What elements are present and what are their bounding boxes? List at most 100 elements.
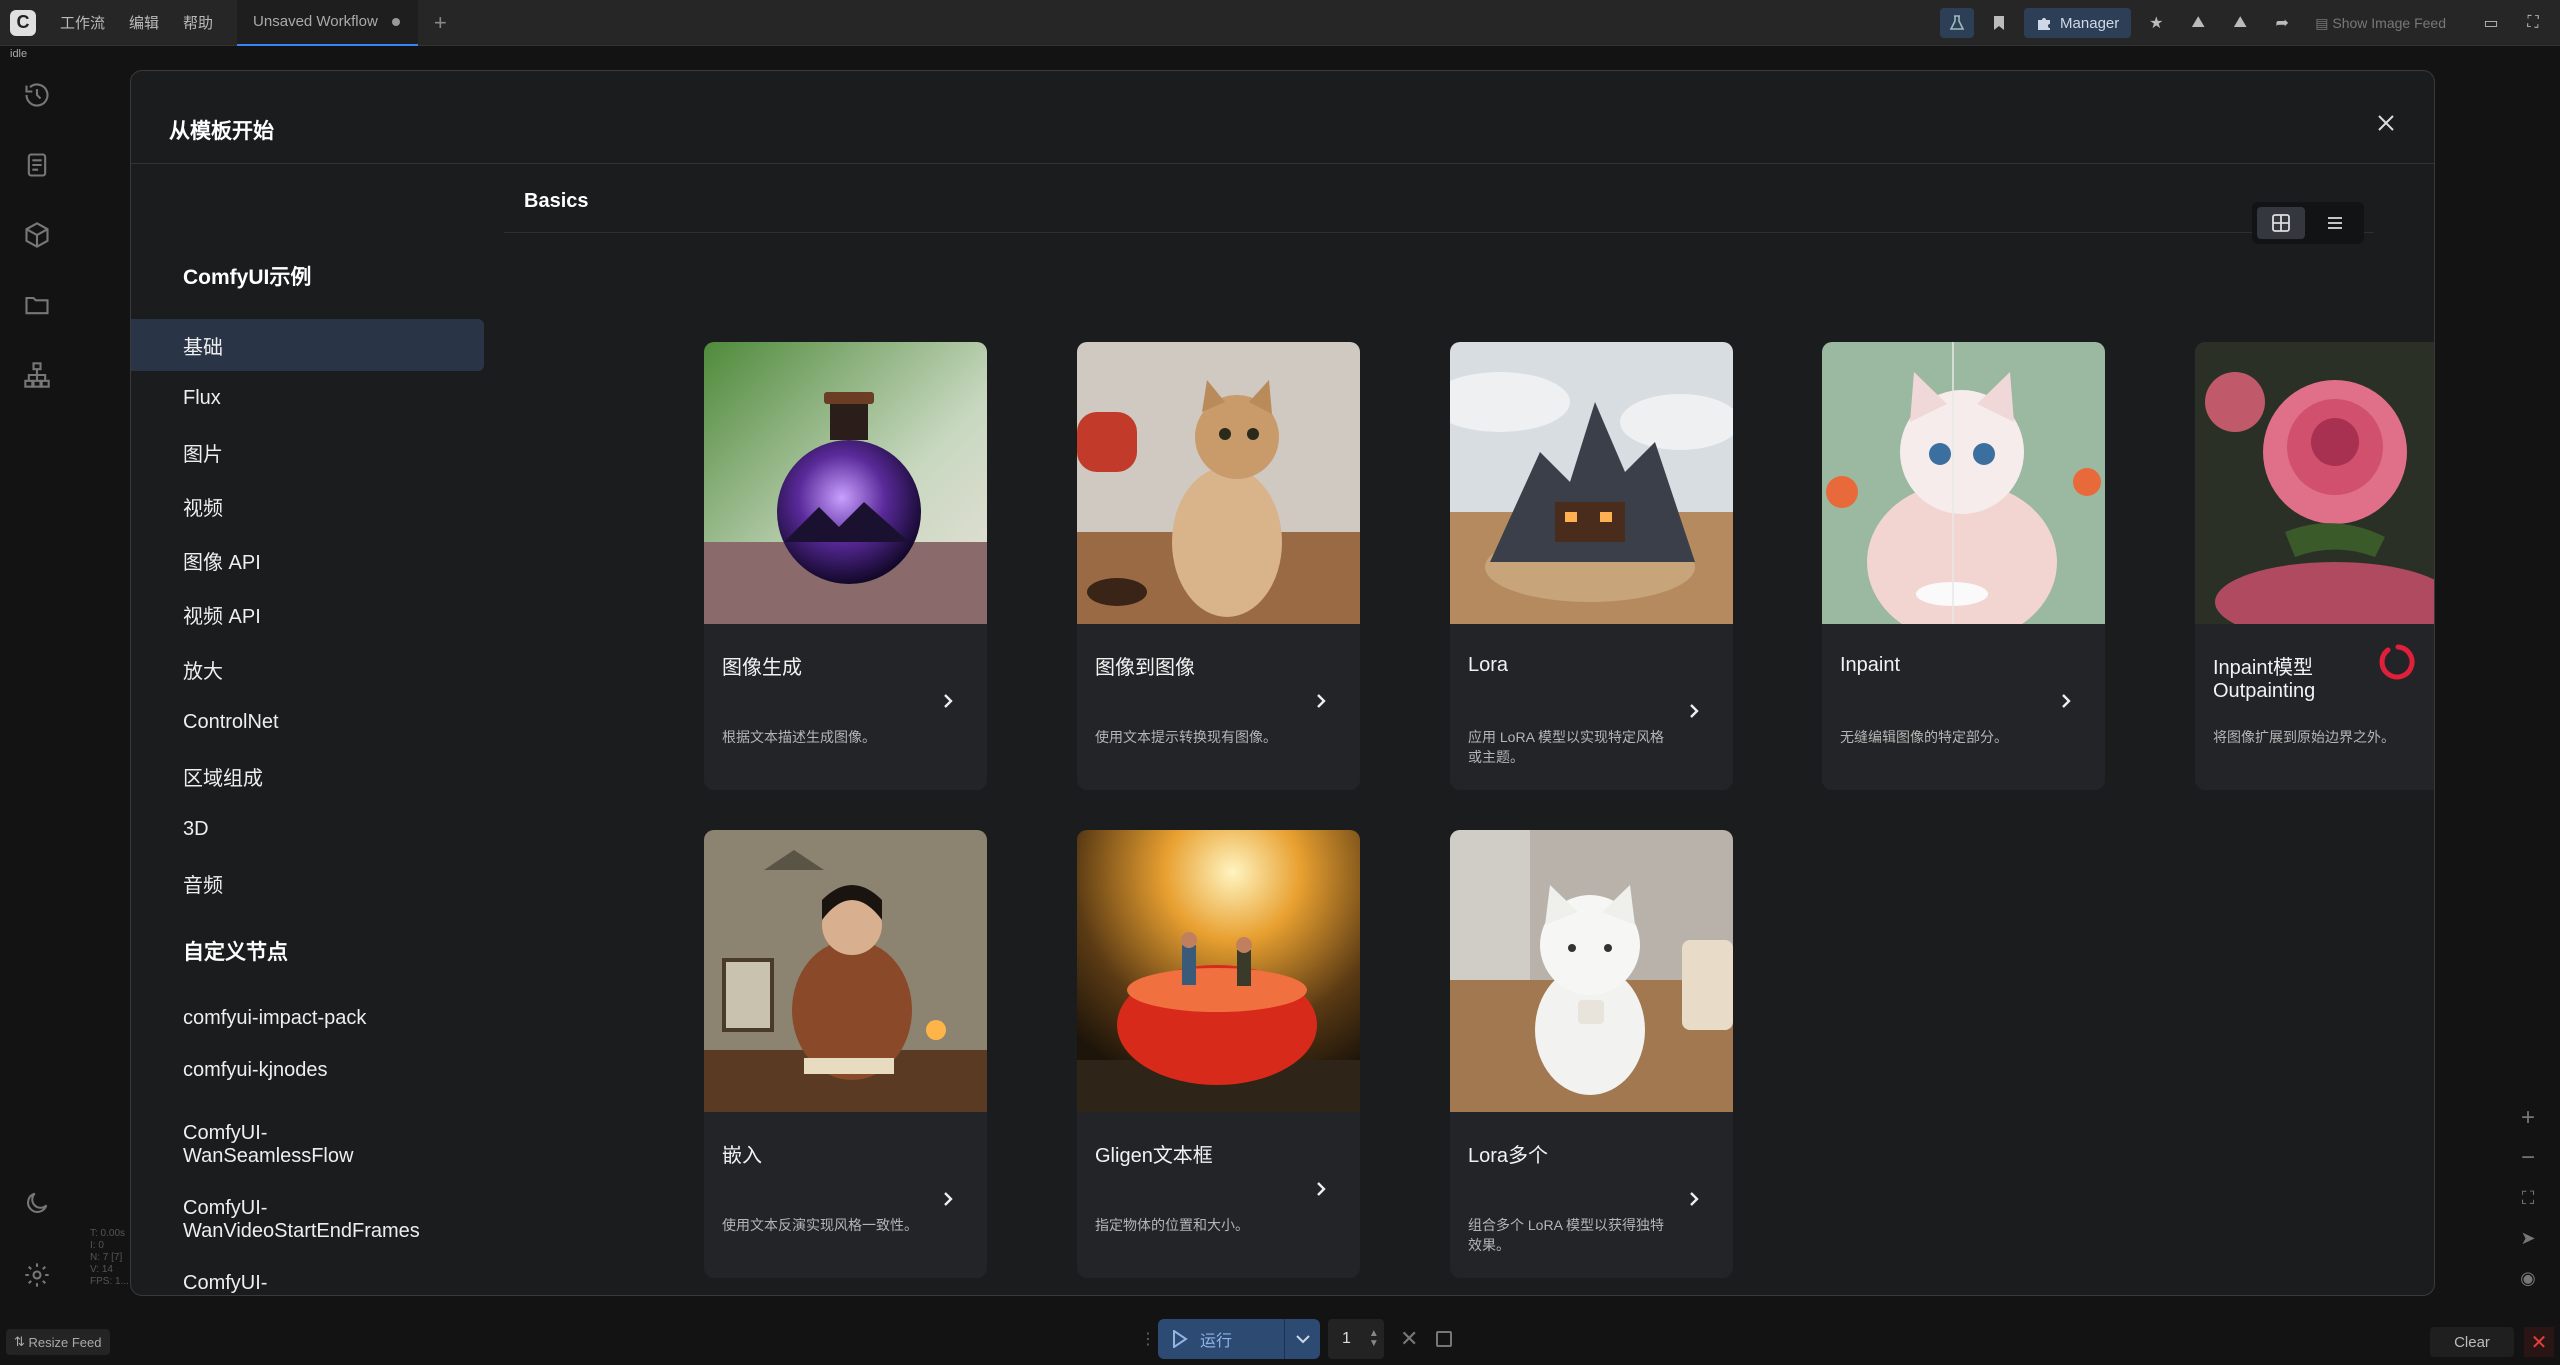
run-mode-dropdown[interactable] (1284, 1319, 1320, 1359)
card-description: 应用 LoRA 模型以实现特定风格或主题。 (1468, 729, 1665, 765)
cat-photo-image (1077, 342, 1360, 624)
zoom-out-button[interactable]: − (2508, 1138, 2548, 1178)
nav-item-controlnet[interactable]: ControlNet (131, 696, 484, 748)
nav-section-custom-nodes: 自定义节点 (183, 941, 288, 964)
menu-workflow[interactable]: 工作流 (60, 12, 105, 33)
play-icon (1173, 1330, 1188, 1348)
drag-handle-icon[interactable]: ⋮⋮ (1140, 1329, 1172, 1349)
clear-button[interactable]: Clear (2430, 1327, 2514, 1357)
stop-icon[interactable] (1436, 1331, 1453, 1347)
quick-action-button-1[interactable]: ⛰ (2181, 8, 2215, 38)
grid-view-button[interactable] (2257, 207, 2305, 239)
nav-item-video-api[interactable]: 视频 API (131, 588, 484, 640)
comfyui-logo-icon[interactable]: C (10, 9, 36, 36)
stepper-arrows-icon[interactable]: ▲ ▼ (1369, 1329, 1379, 1349)
workflows-button[interactable] (20, 288, 54, 322)
fit-view-button[interactable]: ⛶ (2508, 1178, 2548, 1218)
dialog-close-button[interactable] (2374, 111, 2398, 135)
template-card-embedding[interactable]: 嵌入 使用文本反演实现风格一致性。 (704, 830, 987, 1278)
template-card-gligen-textbox[interactable]: Gligen文本框 指定物体的位置和大小。 (1077, 830, 1360, 1278)
unsaved-dot-icon (391, 17, 400, 26)
nav-item-video[interactable]: 视频 (131, 480, 484, 532)
resize-feed-button[interactable]: ⇅ Resize Feed (6, 1329, 110, 1355)
bookmark-button[interactable] (1982, 8, 2016, 38)
template-card-inpaint[interactable]: Inpaint 无缝编辑图像的特定部分。 (1822, 342, 2105, 790)
node-library-button[interactable] (20, 148, 54, 182)
folder-icon (25, 296, 49, 315)
star-icon: ★ (2149, 15, 2164, 32)
card-thumbnail (2195, 342, 2434, 624)
workflow-tab[interactable]: Unsaved Workflow (237, 0, 418, 46)
cube-icon (25, 222, 49, 248)
nav-item-flux[interactable]: Flux (131, 372, 484, 424)
card-description: 使用文本反演实现风格一致性。 (722, 1217, 918, 1233)
minus-icon: − (2520, 1144, 2535, 1171)
nav-item-image[interactable]: 图片 (131, 426, 484, 478)
chevron-down-icon (1295, 1335, 1310, 1344)
list-view-button[interactable] (2311, 207, 2359, 239)
quick-action-button-2[interactable]: ⛰ (2223, 8, 2257, 38)
resize-feed-label: Resize Feed (28, 1334, 102, 1350)
card-description: 使用文本提示转换现有图像。 (1095, 729, 1277, 745)
queue-history-button[interactable] (20, 78, 54, 112)
close-feed-icon[interactable]: ✕ (2524, 1327, 2554, 1357)
toggle-links-button[interactable]: ◉ (2508, 1258, 2548, 1298)
template-card-image-generation[interactable]: 图像生成 根据文本描述生成图像。 (704, 342, 987, 790)
menu-help[interactable]: 帮助 (183, 12, 213, 33)
nav-item-3d[interactable]: 3D (131, 803, 484, 855)
model-library-sidebar-button[interactable] (20, 218, 54, 252)
template-card-image-to-image[interactable]: 图像到图像 使用文本提示转换现有图像。 (1077, 342, 1360, 790)
template-card-lora-multiple[interactable]: Lora多个 组合多个 LoRA 模型以获得独特效果。 (1450, 830, 1733, 1278)
nav-item-wanseamlessflow[interactable]: ComfyUI-WanSeamlessFlow (131, 1114, 391, 1176)
nav-item-audio[interactable]: 音频 (131, 857, 484, 909)
stat-line: I: 0 (90, 1240, 104, 1251)
card-title: Inpaint模型 Outpainting (2213, 657, 2316, 702)
nav-item-impact-pack[interactable]: comfyui-impact-pack (131, 992, 484, 1044)
focus-mode-button[interactable]: ⛶ (2516, 8, 2550, 38)
card-title: Gligen文本框 (1095, 1145, 1213, 1167)
template-card-lora[interactable]: Lora 应用 LoRA 模型以实现特定风格或主题。 (1450, 342, 1733, 790)
moon-icon (27, 1192, 48, 1213)
share-icon: ➦ (2275, 15, 2289, 32)
list-icon (2328, 217, 2342, 229)
nav-item-kjnodes[interactable]: comfyui-kjnodes (131, 1044, 484, 1096)
add-tab-icon[interactable]: + (434, 10, 447, 36)
run-button[interactable]: 运行 (1158, 1319, 1284, 1359)
nav-item-wanvideostartendframes[interactable]: ComfyUI-WanVideoStartEndFrames (131, 1189, 471, 1251)
star-button[interactable]: ★ (2139, 8, 2173, 38)
share-button[interactable]: ➦ (2265, 8, 2299, 38)
tomato-figures-image (1077, 830, 1360, 1112)
close-icon (2378, 115, 2394, 131)
nav-item-wanvideowrapper[interactable]: ComfyUI-WanVideoWrapper (131, 1264, 411, 1295)
sitemap-icon (24, 362, 50, 388)
manager-label: Manager (2060, 14, 2120, 32)
card-thumbnail (1077, 342, 1360, 624)
panel-icon: ▭ (2483, 15, 2499, 32)
mountain-alt-icon: ⛰ (2233, 14, 2247, 31)
settings-button[interactable] (20, 1258, 54, 1292)
stat-line: FPS: 1... (90, 1276, 129, 1287)
card-thumbnail (1450, 830, 1733, 1112)
model-library-button[interactable] (1940, 8, 1975, 38)
templates-button[interactable] (20, 358, 54, 392)
history-icon (25, 83, 49, 107)
select-mode-button[interactable]: ➤ (2508, 1218, 2548, 1258)
nav-item-area-composition[interactable]: 区域组成 (131, 750, 484, 802)
dialog-header: 从模板开始 (131, 71, 2434, 164)
cancel-run-icon[interactable]: ✕ (1400, 1326, 1418, 1352)
zoom-in-button[interactable]: + (2508, 1098, 2548, 1138)
card-description: 将图像扩展到原始边界之外。 (2213, 729, 2395, 745)
pink-rose-image (2195, 342, 2434, 624)
document-icon (27, 153, 47, 177)
manager-button[interactable]: Manager (2024, 8, 2132, 38)
batch-count-stepper[interactable]: 1 ▲ ▼ (1328, 1319, 1384, 1359)
queue-status: idle (10, 48, 28, 60)
nav-item-image-api[interactable]: 图像 API (131, 534, 484, 586)
nav-item-upscale[interactable]: 放大 (131, 643, 484, 695)
panel-toggle-button[interactable]: ▭ (2474, 8, 2508, 38)
theme-toggle-button[interactable] (20, 1186, 54, 1220)
show-image-feed-button[interactable]: ▤ Show Image Feed (2307, 8, 2454, 38)
nav-item-basics[interactable]: 基础 (131, 319, 484, 371)
menu-edit[interactable]: 编辑 (129, 12, 159, 33)
template-card-outpainting[interactable]: Inpaint模型 Outpainting 将图像扩展到原始边界之外。 (2195, 342, 2434, 790)
